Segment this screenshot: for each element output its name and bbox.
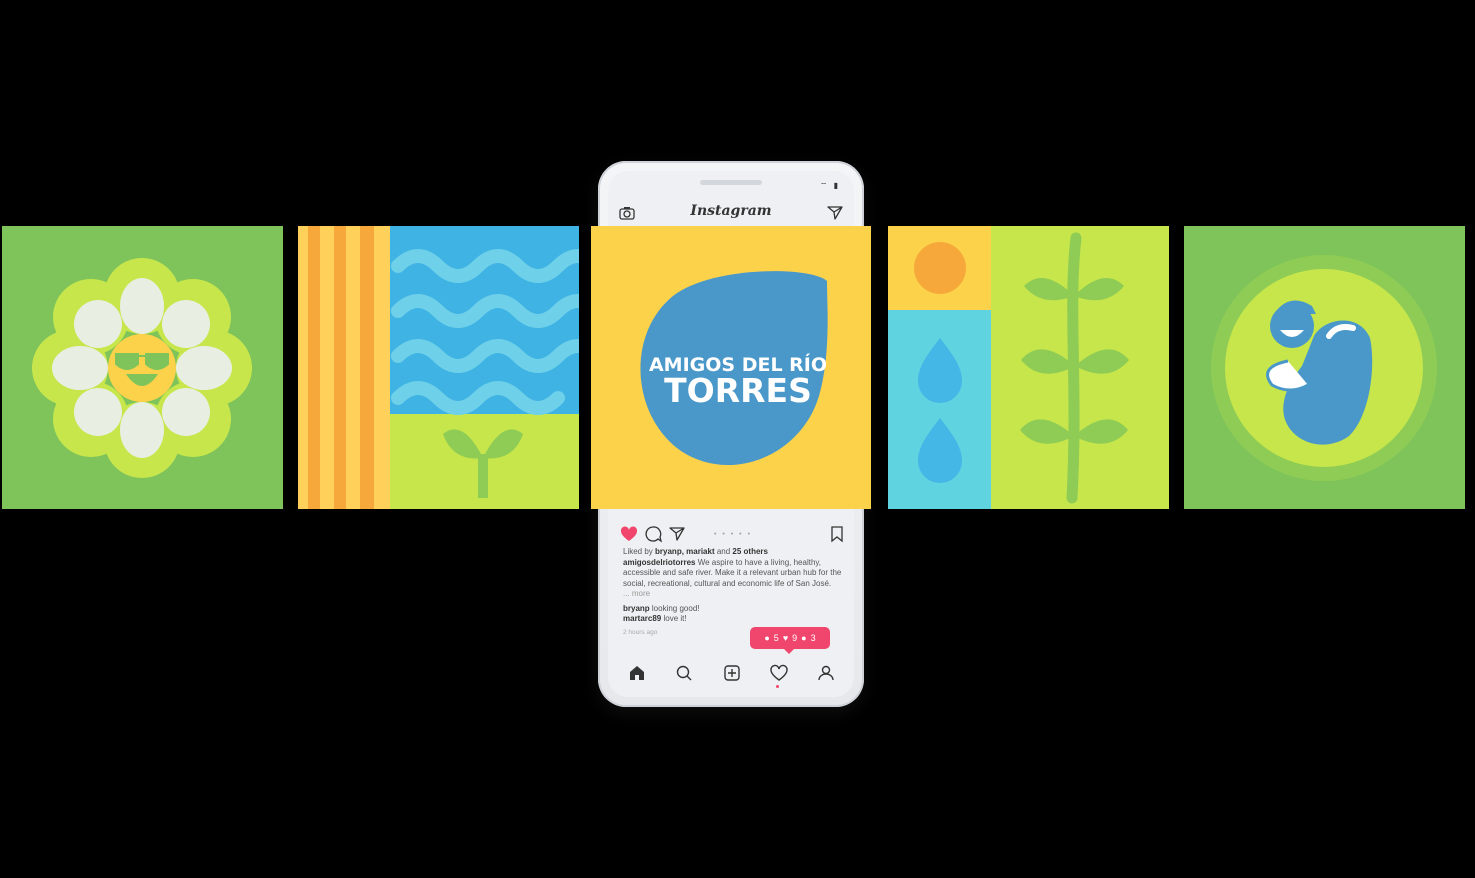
- status-icons: ⌔ ▮: [819, 181, 840, 190]
- more-link[interactable]: ... more: [623, 589, 845, 600]
- liked-by-and: and: [714, 547, 733, 556]
- comment-1: bryanp looking good!: [623, 604, 845, 615]
- post-image[interactable]: AMIGOS DEL RÍO TORRES: [591, 226, 871, 509]
- activity-notification[interactable]: ● 5 ♥ 9 ● 3: [750, 627, 830, 654]
- post-caption: amigosdelriotorres We aspire to have a l…: [623, 558, 845, 590]
- comment-user[interactable]: martarc89: [623, 614, 661, 623]
- flower-illustration: [2, 226, 283, 509]
- logo-line2: TORRES: [664, 371, 812, 410]
- app-header: Instagram: [608, 199, 854, 229]
- comment-count: 5: [773, 633, 779, 643]
- follow-count-icon: ●: [801, 633, 807, 643]
- like-count: 9: [792, 633, 798, 643]
- home-icon[interactable]: [627, 663, 647, 683]
- search-icon[interactable]: [674, 663, 694, 683]
- comment-text: looking good!: [649, 603, 700, 613]
- profile-icon[interactable]: [816, 663, 836, 683]
- tile-hug: [1184, 226, 1465, 509]
- bookmark-icon[interactable]: [828, 525, 846, 543]
- waves-illustration: [298, 226, 579, 509]
- plant-illustration: [888, 226, 1169, 509]
- comment-user[interactable]: bryanp: [623, 604, 650, 613]
- comment-2: martarc89 love it!: [623, 614, 845, 625]
- liked-by-prefix: Liked by: [623, 547, 656, 556]
- phone-speaker: [700, 180, 762, 185]
- hug-illustration: [1184, 226, 1465, 509]
- follow-count: 3: [810, 633, 816, 643]
- tile-waves: [298, 226, 579, 509]
- tile-plant: [888, 226, 1169, 509]
- like-count-icon: ♥: [782, 633, 789, 643]
- heart-icon[interactable]: [620, 525, 638, 543]
- activity-indicator: [776, 685, 779, 688]
- liked-by: Liked by bryanp, mariakt and 25 others: [623, 547, 845, 558]
- liked-by-users[interactable]: bryanp, mariakt: [655, 547, 715, 556]
- tile-flower: [2, 226, 283, 509]
- bottom-tab-bar: [608, 659, 854, 689]
- send-icon[interactable]: [826, 204, 844, 222]
- post-actions: • • • • •: [620, 525, 846, 543]
- carousel-dots: • • • • •: [714, 531, 753, 538]
- post-caption-block: Liked by bryanp, mariakt and 25 others a…: [623, 547, 845, 638]
- app-title: Instagram: [690, 203, 772, 219]
- share-icon[interactable]: [668, 525, 686, 543]
- comment-count-icon: ●: [764, 633, 770, 643]
- activity-icon[interactable]: [769, 663, 789, 683]
- liked-by-others[interactable]: 25 others: [732, 547, 768, 556]
- comment-text: love it!: [661, 614, 687, 623]
- comment-icon[interactable]: [644, 525, 662, 543]
- logo-illustration: AMIGOS DEL RÍO TORRES: [591, 226, 871, 509]
- add-icon[interactable]: [722, 663, 742, 683]
- post-author[interactable]: amigosdelriotorres: [623, 558, 695, 567]
